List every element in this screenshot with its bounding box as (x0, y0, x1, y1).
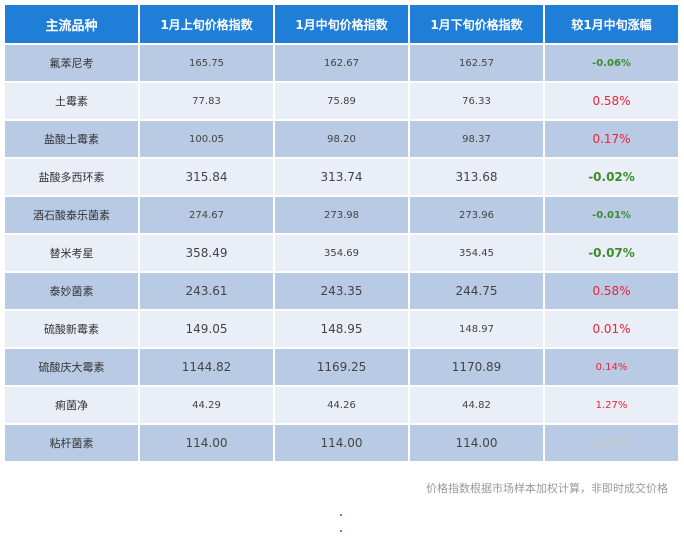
early-jan-value: 100.05 (140, 121, 273, 157)
early-jan-value: 114.00 (140, 425, 273, 461)
late-jan-value: 1170.89 (410, 349, 543, 385)
price-index-table: 主流品种 1月上旬价格指数 1月中旬价格指数 1月下旬价格指数 较1月中旬涨幅 … (3, 3, 680, 463)
decorative-dot (340, 514, 342, 516)
header-variety: 主流品种 (5, 5, 138, 43)
early-jan-value: 315.84 (140, 159, 273, 195)
table-row: 盐酸土霉素 100.05 98.20 98.37 0.17% (5, 121, 678, 157)
variety-name: 痢菌净 (5, 387, 138, 423)
header-early-jan: 1月上旬价格指数 (140, 5, 273, 43)
late-jan-value: 114.00 (410, 425, 543, 461)
late-jan-value: 273.96 (410, 197, 543, 233)
table-row: 泰妙菌素 243.61 243.35 244.75 0.58% (5, 273, 678, 309)
table-row: 酒石酸泰乐菌素 274.67 273.98 273.96 -0.01% (5, 197, 678, 233)
variety-name: 氟苯尼考 (5, 45, 138, 81)
change-value: 1.27% (545, 387, 678, 423)
mid-jan-value: 1169.25 (275, 349, 408, 385)
late-jan-value: 313.68 (410, 159, 543, 195)
mid-jan-value: 354.69 (275, 235, 408, 271)
table-row: 硫酸新霉素 149.05 148.95 148.97 0.01% (5, 311, 678, 347)
late-jan-value: 354.45 (410, 235, 543, 271)
early-jan-value: 274.67 (140, 197, 273, 233)
mid-jan-value: 44.26 (275, 387, 408, 423)
variety-name: 替米考星 (5, 235, 138, 271)
table-row: 氟苯尼考 165.75 162.67 162.57 -0.06% (5, 45, 678, 81)
variety-name: 盐酸多西环素 (5, 159, 138, 195)
header-mid-jan: 1月中旬价格指数 (275, 5, 408, 43)
late-jan-value: 162.57 (410, 45, 543, 81)
header-row: 主流品种 1月上旬价格指数 1月中旬价格指数 1月下旬价格指数 较1月中旬涨幅 (5, 5, 678, 43)
change-value: 0.58% (545, 83, 678, 119)
variety-name: 土霉素 (5, 83, 138, 119)
variety-name: 泰妙菌素 (5, 273, 138, 309)
change-value: -0.07% (545, 235, 678, 271)
decorative-dot (340, 530, 342, 532)
change-value: -0.01% (545, 197, 678, 233)
variety-name: 酒石酸泰乐菌素 (5, 197, 138, 233)
table-row: 土霉素 77.83 75.89 76.33 0.58% (5, 83, 678, 119)
early-jan-value: 149.05 (140, 311, 273, 347)
early-jan-value: 243.61 (140, 273, 273, 309)
header-change: 较1月中旬涨幅 (545, 5, 678, 43)
late-jan-value: 44.82 (410, 387, 543, 423)
table-row: 盐酸多西环素 315.84 313.74 313.68 -0.02% (5, 159, 678, 195)
table-row: 硫酸庆大霉素 1144.82 1169.25 1170.89 0.14% (5, 349, 678, 385)
change-value: 0.01% (545, 311, 678, 347)
early-jan-value: 1144.82 (140, 349, 273, 385)
change-value: -0.06% (545, 45, 678, 81)
variety-name: 硫酸新霉素 (5, 311, 138, 347)
mid-jan-value: 243.35 (275, 273, 408, 309)
early-jan-value: 44.29 (140, 387, 273, 423)
table-row: 粘杆菌素 114.00 114.00 114.00 0.00% (5, 425, 678, 461)
footnote: 价格指数根据市场样本加权计算，非即时成交价格 (426, 482, 668, 495)
header-late-jan: 1月下旬价格指数 (410, 5, 543, 43)
table-row: 替米考星 358.49 354.69 354.45 -0.07% (5, 235, 678, 271)
variety-name: 盐酸土霉素 (5, 121, 138, 157)
mid-jan-value: 148.95 (275, 311, 408, 347)
table-row: 痢菌净 44.29 44.26 44.82 1.27% (5, 387, 678, 423)
mid-jan-value: 98.20 (275, 121, 408, 157)
mid-jan-value: 114.00 (275, 425, 408, 461)
change-value: 0.58% (545, 273, 678, 309)
variety-name: 粘杆菌素 (5, 425, 138, 461)
change-value: 0.17% (545, 121, 678, 157)
early-jan-value: 358.49 (140, 235, 273, 271)
late-jan-value: 76.33 (410, 83, 543, 119)
early-jan-value: 77.83 (140, 83, 273, 119)
change-value: 0.00% (545, 425, 678, 461)
late-jan-value: 244.75 (410, 273, 543, 309)
mid-jan-value: 162.67 (275, 45, 408, 81)
change-value: -0.02% (545, 159, 678, 195)
change-value: 0.14% (545, 349, 678, 385)
mid-jan-value: 313.74 (275, 159, 408, 195)
mid-jan-value: 75.89 (275, 83, 408, 119)
variety-name: 硫酸庆大霉素 (5, 349, 138, 385)
late-jan-value: 98.37 (410, 121, 543, 157)
late-jan-value: 148.97 (410, 311, 543, 347)
early-jan-value: 165.75 (140, 45, 273, 81)
mid-jan-value: 273.98 (275, 197, 408, 233)
